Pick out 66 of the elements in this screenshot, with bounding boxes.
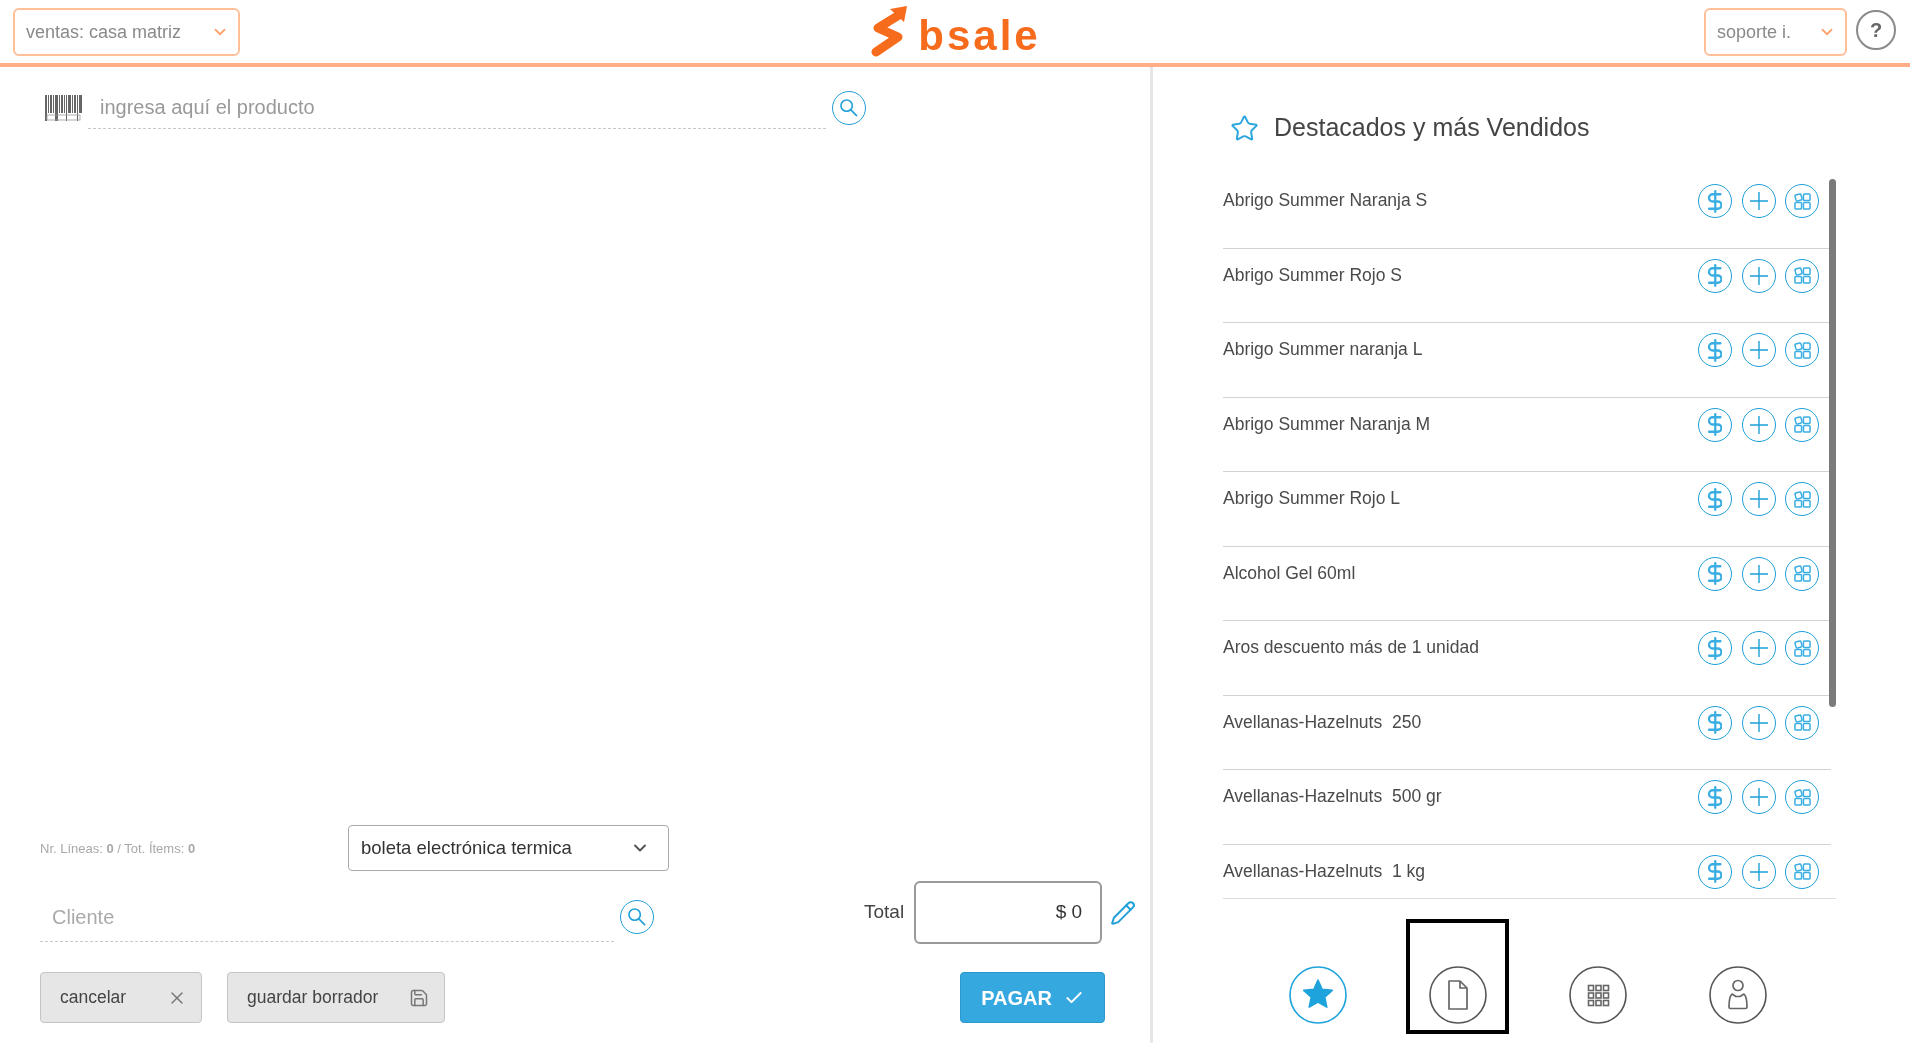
star-icon [1230, 113, 1259, 143]
plus-icon [1749, 713, 1768, 732]
plus-icon [1749, 266, 1768, 285]
squares-icon [1793, 565, 1811, 582]
product-name[interactable]: Avellanas-Hazelnuts 250 [1223, 708, 1422, 735]
pencil-icon[interactable] [1110, 899, 1137, 926]
brand-name: bsale [918, 15, 1041, 57]
squares-icon [1793, 490, 1811, 508]
dollar-icon [1708, 562, 1722, 585]
user-dropdown[interactable]: soporte i. [1704, 8, 1847, 56]
client-search-field[interactable]: Cliente [40, 893, 614, 941]
total-field[interactable]: $ 0 [914, 881, 1103, 944]
dollar-icon [1708, 413, 1722, 436]
squares-icon [1793, 788, 1811, 806]
squares-icon [1793, 267, 1811, 284]
line-item-summary: Nr. Líneas: 0 / Tot. Ítems: 0 [40, 841, 196, 856]
dollar-icon [1708, 189, 1722, 213]
product-name[interactable]: Alcohol Gel 60ml [1223, 559, 1356, 586]
product-name[interactable]: Abrigo Summer Rojo L [1223, 485, 1401, 512]
save-draft-button[interactable]: guardar borrador [227, 972, 445, 1023]
product-name[interactable]: Abrigo Summer Rojo S [1223, 261, 1402, 288]
squares-icon [1793, 192, 1811, 210]
squares-icon [1793, 863, 1811, 880]
squares-icon [1793, 639, 1811, 657]
dollar-icon [1708, 264, 1722, 287]
plus-icon [1749, 192, 1768, 210]
search-button[interactable] [832, 91, 866, 125]
product-name[interactable]: Aros descuento más de 1 unidad [1223, 634, 1479, 661]
plus-icon [1749, 490, 1768, 508]
help-button[interactable]: ? [1856, 10, 1896, 50]
plus-icon [1749, 639, 1768, 657]
dollar-icon [1708, 785, 1722, 809]
barcode-icon [44, 95, 83, 121]
product-name[interactable]: Avellanas-Hazelnuts 1 kg [1223, 857, 1425, 884]
product-name[interactable]: Abrigo Summer naranja L [1223, 336, 1423, 363]
price-button[interactable] [1698, 854, 1732, 889]
cancel-button[interactable]: cancelar [40, 972, 202, 1023]
scrollbar[interactable] [1829, 179, 1836, 707]
nav-tab[interactable] [1406, 919, 1509, 1034]
plus-icon [1749, 564, 1768, 583]
squares-icon [1793, 341, 1811, 359]
document-type-dropdown[interactable]: boleta electrónica termica [348, 825, 669, 871]
document-icon [1428, 966, 1487, 1024]
product-name[interactable]: Avellanas-Hazelnuts 500 gr [1223, 783, 1442, 810]
squares-icon [1793, 714, 1811, 731]
dollar-icon [1708, 636, 1722, 660]
logo-icon [869, 6, 908, 57]
total-label: Total [864, 900, 905, 925]
dollar-icon [1708, 860, 1722, 883]
search-icon [840, 99, 858, 117]
dollar-icon [1708, 711, 1722, 734]
plus-icon [1749, 862, 1768, 881]
product-search-field[interactable]: ingresa aquí el producto [88, 87, 826, 128]
dollar-icon [1708, 338, 1722, 362]
plus-icon [1749, 788, 1768, 806]
plus-icon [1749, 341, 1768, 359]
user-icon [1708, 966, 1767, 1024]
section-title: Destacados y más Vendidos [1274, 112, 1590, 144]
plus-icon [1749, 415, 1768, 434]
product-name[interactable]: Abrigo Summer Naranja S [1223, 187, 1428, 214]
product-name[interactable]: Abrigo Summer Naranja M [1223, 410, 1431, 437]
dollar-icon [1708, 487, 1722, 511]
squares-icon [1793, 416, 1811, 433]
grid-icon [1568, 966, 1627, 1024]
branch-dropdown[interactable]: ventas: casa matriz [13, 8, 240, 56]
search-icon [628, 908, 646, 926]
